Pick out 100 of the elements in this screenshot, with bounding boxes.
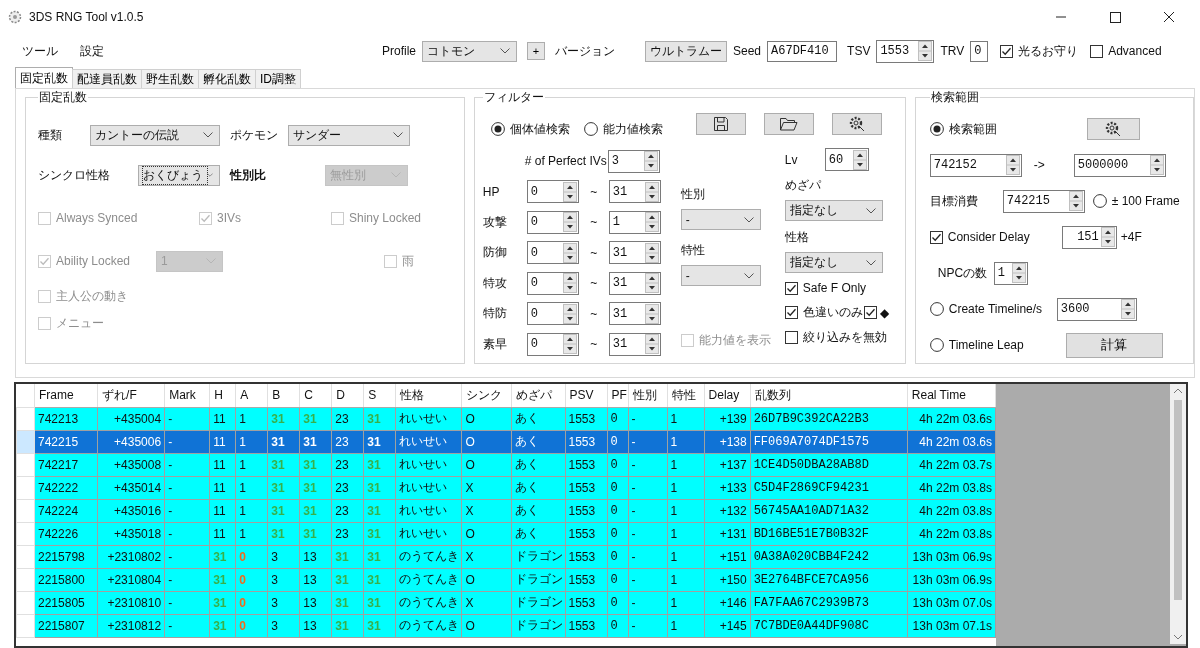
checkbox[interactable] <box>784 281 798 295</box>
spin-arrows-icon[interactable] <box>562 334 577 355</box>
number-field[interactable]: 151 <box>1061 225 1117 249</box>
text-field[interactable]: A67DF410 <box>767 40 838 62</box>
tab[interactable]: 固定乱数 <box>15 67 73 88</box>
column-header[interactable]: H <box>209 384 236 407</box>
column-header[interactable]: Mark <box>164 384 210 407</box>
spin-arrows-icon[interactable] <box>1149 155 1164 175</box>
dropdown[interactable]: コトモン <box>422 40 517 62</box>
settings-button[interactable] <box>1086 118 1140 140</box>
column-header[interactable]: 特性 <box>667 384 705 407</box>
dropdown[interactable]: ウルトラムー <box>645 40 727 62</box>
column-header[interactable]: PSV <box>565 384 608 407</box>
spin-arrows-icon[interactable] <box>1011 263 1026 283</box>
column-header[interactable]: A <box>235 384 268 407</box>
tab[interactable]: ID調整 <box>255 69 301 88</box>
checkbox[interactable] <box>784 331 798 344</box>
open-button[interactable] <box>763 113 814 135</box>
column-header[interactable]: Frame <box>34 384 98 407</box>
spin-arrows-icon[interactable] <box>562 273 577 294</box>
number-field[interactable]: 742215 <box>1002 189 1085 213</box>
number-field[interactable]: 0 <box>526 241 579 265</box>
number-field[interactable]: 3 <box>607 149 660 173</box>
add-button[interactable]: + <box>527 42 545 60</box>
number-field[interactable]: 0 <box>526 302 579 326</box>
number-field[interactable]: 31 <box>608 271 661 295</box>
dropdown[interactable]: 指定なし <box>784 252 883 273</box>
table-row[interactable]: 742213 +435004 - 11 1 31 31 23 31 れいせい O あく 1553 0 - 1 +139 26D7B9C392CA22B3 4h 22m 03.6s <box>16 407 996 430</box>
table-row[interactable]: 2215800 +2310804 - 31 0 3 13 31 31 のうてんき O ドラゴン 1553 0 - 1 +150 3E2764BFCE7CA956 13h 03m 06.9s <box>16 568 996 591</box>
spin-arrows-icon[interactable] <box>562 212 577 233</box>
column-header[interactable]: 性格 <box>395 384 462 407</box>
column-header[interactable]: D <box>331 384 364 407</box>
spin-arrows-icon[interactable] <box>644 242 659 263</box>
column-header[interactable]: シンク <box>461 384 512 407</box>
checkbox[interactable] <box>1000 44 1014 58</box>
radio-button[interactable] <box>583 122 598 136</box>
dropdown[interactable]: - <box>680 265 761 286</box>
spin-arrows-icon[interactable] <box>562 303 577 324</box>
number-field[interactable]: 0 <box>526 271 579 295</box>
spin-arrows-icon[interactable] <box>918 41 933 61</box>
tab[interactable]: 孵化乱数 <box>198 69 256 88</box>
spin-arrows-icon[interactable] <box>852 149 867 170</box>
text-field[interactable]: 0 <box>970 40 989 62</box>
column-header[interactable]: 性別 <box>628 384 668 407</box>
checkbox[interactable] <box>1090 44 1104 58</box>
number-field[interactable]: 0 <box>526 210 579 234</box>
menu-item[interactable]: 設定 <box>80 42 104 60</box>
dropdown[interactable]: サンダー <box>288 124 410 146</box>
column-header[interactable]: めざパ <box>511 384 565 407</box>
column-header[interactable]: 乱数列 <box>750 384 908 407</box>
number-field[interactable]: 60 <box>824 148 869 171</box>
number-field[interactable]: 3600 <box>1056 297 1137 321</box>
dropdown[interactable]: おくびょう <box>138 164 220 186</box>
spin-arrows-icon[interactable] <box>1068 191 1083 211</box>
table-row[interactable]: 742224 +435016 - 11 1 31 31 23 31 れいせい X あく 1553 0 - 1 +132 56745AA10AD71A32 4h 22m 03.8s <box>16 499 996 522</box>
number-field[interactable]: 0 <box>526 180 579 204</box>
table-row[interactable]: 2215807 +2310812 - 31 0 3 13 31 31 のうてんき O ドラゴン 1553 0 - 1 +145 7C7BDE0A44DF908C 13h 03m 07.1s <box>16 614 996 637</box>
number-field[interactable]: 1553 <box>876 39 935 63</box>
number-field[interactable]: 1 <box>993 261 1028 285</box>
settings-button[interactable] <box>831 113 882 135</box>
table-row[interactable]: 2215798 +2310802 - 31 0 3 13 31 31 のうてんき X ドラゴン 1553 0 - 1 +151 0A38A020CBB4F242 13h 03m 06.9s <box>16 545 996 568</box>
table-row[interactable]: 2215805 +2310810 - 31 0 3 13 31 31 のうてんき X ドラゴン 1553 0 - 1 +146 FA7FAA67C2939B73 13h 03m 07.0s <box>16 591 996 614</box>
number-field[interactable]: 5000000 <box>1073 153 1166 177</box>
column-header[interactable]: Delay <box>704 384 751 407</box>
table-row[interactable]: 742222 +435014 - 11 1 31 31 23 31 れいせい X あく 1553 0 - 1 +133 C5D4F2869CF94231 4h 22m 03.8s <box>16 476 996 499</box>
spin-arrows-icon[interactable] <box>644 334 659 355</box>
tab[interactable]: 配達員乱数 <box>72 69 142 88</box>
column-header[interactable]: ずれ/F <box>97 384 165 407</box>
spin-arrows-icon[interactable] <box>644 212 659 233</box>
number-field[interactable]: 31 <box>608 241 661 265</box>
spin-arrows-icon[interactable] <box>644 273 659 294</box>
dropdown[interactable]: - <box>680 209 761 230</box>
number-field[interactable]: 31 <box>608 332 661 356</box>
spin-arrows-icon[interactable] <box>1120 299 1135 319</box>
radio-button[interactable] <box>929 302 944 316</box>
radio-button[interactable] <box>490 122 505 136</box>
checkbox[interactable] <box>784 306 798 319</box>
number-field[interactable]: 0 <box>526 332 579 356</box>
spin-arrows-icon[interactable] <box>1100 227 1115 247</box>
spin-arrows-icon[interactable] <box>1005 155 1020 175</box>
column-header[interactable]: B <box>267 384 300 407</box>
menu-item[interactable]: ツール <box>22 42 58 60</box>
checkbox[interactable] <box>929 230 943 244</box>
scrollbar[interactable] <box>1170 384 1186 644</box>
dropdown[interactable]: 指定なし <box>784 200 883 221</box>
spin-arrows-icon[interactable] <box>643 151 658 172</box>
column-header[interactable]: Real Time <box>907 384 996 407</box>
spin-arrows-icon[interactable] <box>562 181 577 202</box>
tab[interactable]: 野生乱数 <box>141 69 199 88</box>
calculate-button[interactable]: 計算 <box>1065 332 1163 358</box>
table-row[interactable]: 742217 +435008 - 11 1 31 31 23 31 れいせい O あく 1553 0 - 1 +137 1CE4D50DBA28AB8D 4h 22m 03.7s <box>16 453 996 476</box>
radio-button[interactable] <box>1092 194 1107 208</box>
number-field[interactable]: 31 <box>608 180 661 204</box>
column-header[interactable]: PF <box>607 384 629 407</box>
column-header[interactable]: S <box>363 384 396 407</box>
spin-arrows-icon[interactable] <box>562 242 577 263</box>
number-field[interactable]: 742152 <box>929 153 1022 177</box>
radio-button[interactable] <box>929 122 944 136</box>
number-field[interactable]: 31 <box>608 302 661 326</box>
checkbox[interactable] <box>863 306 877 319</box>
